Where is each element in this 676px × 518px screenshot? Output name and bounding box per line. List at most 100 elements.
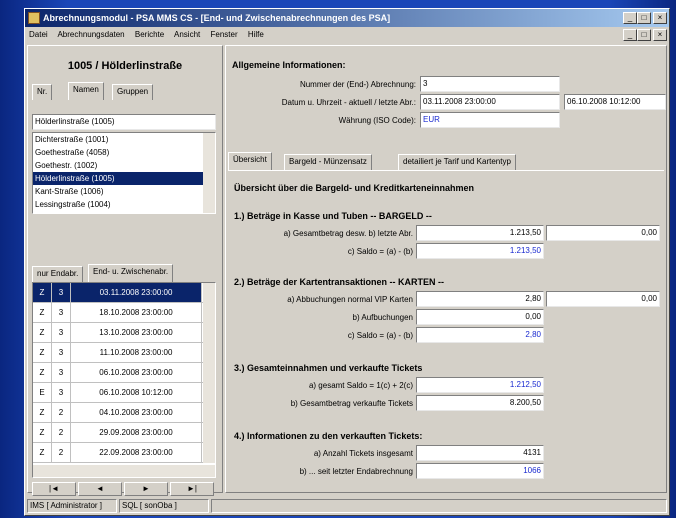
table-row[interactable]: Z 3 06.10.2008 23:00:00 <box>33 363 215 383</box>
currency-field[interactable]: EUR <box>420 112 560 128</box>
station-list[interactable]: Dichterstraße (1001) Goethestraße (4058) G… <box>32 132 216 214</box>
tab-nr[interactable]: Nr. <box>32 84 53 100</box>
tab-bargeld[interactable]: Bargeld - Münzensatz <box>284 154 372 170</box>
tab-nur-endabr[interactable]: nur Endabr. <box>32 266 84 282</box>
row-date-cell: 11.10.2008 23:00:00 <box>71 343 202 362</box>
station-search-field[interactable]: Hölderlinstraße (1005) <box>32 114 216 130</box>
station-list-item[interactable]: Lessingstraße (1004) <box>33 198 203 211</box>
general-info-title: Allgemeine Informationen: <box>232 60 346 70</box>
tab-namen[interactable]: Namen <box>68 82 104 100</box>
tab-end-zwischenabr[interactable]: End- u. Zwischenabr. <box>88 264 174 282</box>
menu-ansicht[interactable]: Ansicht <box>174 30 200 39</box>
section2-title: 2.) Beträge der Kartentransaktionen -- K… <box>234 277 445 287</box>
row-nr-cell: 3 <box>52 343 71 362</box>
sec3-b-value[interactable]: 8.200,50 <box>416 395 544 411</box>
station-list-item[interactable]: Goethestr. (1002) <box>33 159 203 172</box>
table-row[interactable]: Z 3 11.10.2008 23:00:00 <box>33 343 215 363</box>
sec2-b-label: b) Aufbuchungen <box>352 313 414 322</box>
menu-bar: Datei Abrechnungsdaten Berichte Ansicht … <box>25 27 669 43</box>
sec3-b-label: b) Gesamtbetrag verkaufte Tickets <box>290 399 413 408</box>
nav-prev-button[interactable]: ◄ <box>78 482 122 496</box>
window-title: Abrechnungsmodul - PSA MMS CS - [End- un… <box>43 13 391 23</box>
section3-title: 3.) Gesamteinnahmen und verkaufte Ticket… <box>234 363 423 373</box>
table-row[interactable]: Z 2 04.10.2008 23:00:00 <box>33 403 215 423</box>
table-row[interactable]: E 3 06.10.2008 10:12:00 <box>33 383 215 403</box>
table-row[interactable]: Z 2 29.09.2008 23:00:00 <box>33 423 215 443</box>
menu-hilfe[interactable]: Hilfe <box>248 30 264 39</box>
sec4-b-label: b) ... seit letzter Endabrechnung <box>299 467 413 476</box>
sec1-a-value[interactable]: 1.213,50 <box>416 225 544 241</box>
nav-next-button[interactable]: ► <box>124 482 168 496</box>
row-type-cell: Z <box>33 343 52 362</box>
sec2-a-label: a) Abbuchungen normal VIP Karten <box>287 295 413 304</box>
row-date-cell: 06.10.2008 10:12:00 <box>71 383 202 402</box>
table-row[interactable]: Z 3 18.10.2008 23:00:00 <box>33 303 215 323</box>
table-row[interactable]: Z 3 13.10.2008 23:00:00 <box>33 323 215 343</box>
row-nr-cell: 3 <box>52 303 71 322</box>
sec4-b-value[interactable]: 1066 <box>416 463 544 479</box>
sec3-a-value[interactable]: 1.212,50 <box>416 377 544 393</box>
minimize-button[interactable]: _ <box>623 12 637 24</box>
sec1-a-label: a) Gesamtbetrag desw. b) letzte Abr. <box>283 229 413 238</box>
row-date-cell: 04.10.2008 23:00:00 <box>71 403 202 422</box>
row-date-cell: 06.10.2008 23:00:00 <box>71 363 202 382</box>
row-type-cell: Z <box>33 363 52 382</box>
station-list-item[interactable]: Kant-Straße (1006) <box>33 185 203 198</box>
row-nr-cell: 2 <box>52 443 71 462</box>
row-date-cell: 22.09.2008 23:00:00 <box>71 443 202 462</box>
sec1-c-value[interactable]: 1.213,50 <box>416 243 544 259</box>
sec4-a-value[interactable]: 4131 <box>416 445 544 461</box>
menu-fenster[interactable]: Fenster <box>210 30 237 39</box>
tab-uebersicht[interactable]: Übersicht <box>228 152 272 170</box>
table-row[interactable]: Z 3 03.11.2008 23:00:00 <box>33 283 215 303</box>
table-row[interactable]: Z 2 22.09.2008 23:00:00 <box>33 443 215 463</box>
menu-berichte[interactable]: Berichte <box>135 30 164 39</box>
row-type-cell: Z <box>33 443 52 462</box>
sec1-b-value[interactable]: 0,00 <box>546 225 660 241</box>
station-list-scrollbar[interactable] <box>203 133 215 213</box>
sec2-b-value[interactable]: 0,00 <box>416 309 544 325</box>
menu-datei[interactable]: Datei <box>29 30 48 39</box>
station-list-item[interactable]: Goethestraße (4058) <box>33 146 203 159</box>
section1-title: 1.) Beträge in Kasse und Tuben -- BARGEL… <box>234 211 432 221</box>
child-maximize-button[interactable]: □ <box>637 29 651 41</box>
date-last-field[interactable]: 06.10.2008 10:12:00 <box>564 94 666 110</box>
app-icon <box>28 12 40 24</box>
row-type-cell: Z <box>33 323 52 342</box>
table-scrollbar[interactable] <box>203 283 215 463</box>
sec2-a-value[interactable]: 2,80 <box>416 291 544 307</box>
station-list-item[interactable]: Dichterstraße (1001) <box>33 133 203 146</box>
child-close-button[interactable]: × <box>653 29 667 41</box>
date-current-field[interactable]: 03.11.2008 23:00:00 <box>420 94 560 110</box>
overview-tab-panel: Übersicht über die Bargeld- und Kreditka… <box>228 170 664 488</box>
row-date-cell: 13.10.2008 23:00:00 <box>71 323 202 342</box>
nr-label: Nummer der (End-) Abrechnung: <box>299 80 416 89</box>
title-bar[interactable]: Abrechnungsmodul - PSA MMS CS - [End- un… <box>25 9 669 27</box>
nr-field[interactable]: 3 <box>420 76 560 92</box>
station-list-item[interactable]: Hölderlinstraße (1005) <box>33 172 203 185</box>
child-minimize-button[interactable]: _ <box>623 29 637 41</box>
status-user: IMS [ Administrator ] <box>27 499 117 513</box>
nav-first-button[interactable]: |◄ <box>32 482 76 496</box>
nav-bar: |◄ ◄ ► ►| <box>32 482 216 496</box>
currency-label: Währung (ISO Code): <box>338 116 416 125</box>
row-type-cell: E <box>33 383 52 402</box>
right-panel: Allgemeine Informationen: Nummer der (En… <box>225 45 667 493</box>
status-db: SQL [ sonOba ] <box>119 499 209 513</box>
abrechnung-table[interactable]: Z 3 03.11.2008 23:00:00 Z 3 18.10.2008 23:00:… <box>32 282 216 478</box>
row-type-cell: Z <box>33 283 52 302</box>
menu-abrechnungsdaten[interactable]: Abrechnungsdaten <box>57 30 124 39</box>
table-h-scrollbar[interactable] <box>33 465 215 477</box>
row-date-cell: 18.10.2008 23:00:00 <box>71 303 202 322</box>
row-date-cell: 29.09.2008 23:00:00 <box>71 423 202 442</box>
row-nr-cell: 3 <box>52 323 71 342</box>
status-empty <box>211 499 667 513</box>
row-type-cell: Z <box>33 403 52 422</box>
sec2-c-value[interactable]: 2,80 <box>416 327 544 343</box>
close-button[interactable]: × <box>653 12 667 24</box>
sec2-a2-value[interactable]: 0,00 <box>546 291 660 307</box>
maximize-button[interactable]: □ <box>637 12 651 24</box>
tab-detailiert[interactable]: detailiert je Tarif und Kartentyp <box>398 154 516 170</box>
nav-last-button[interactable]: ►| <box>170 482 214 496</box>
tab-gruppen[interactable]: Gruppen <box>112 84 154 100</box>
